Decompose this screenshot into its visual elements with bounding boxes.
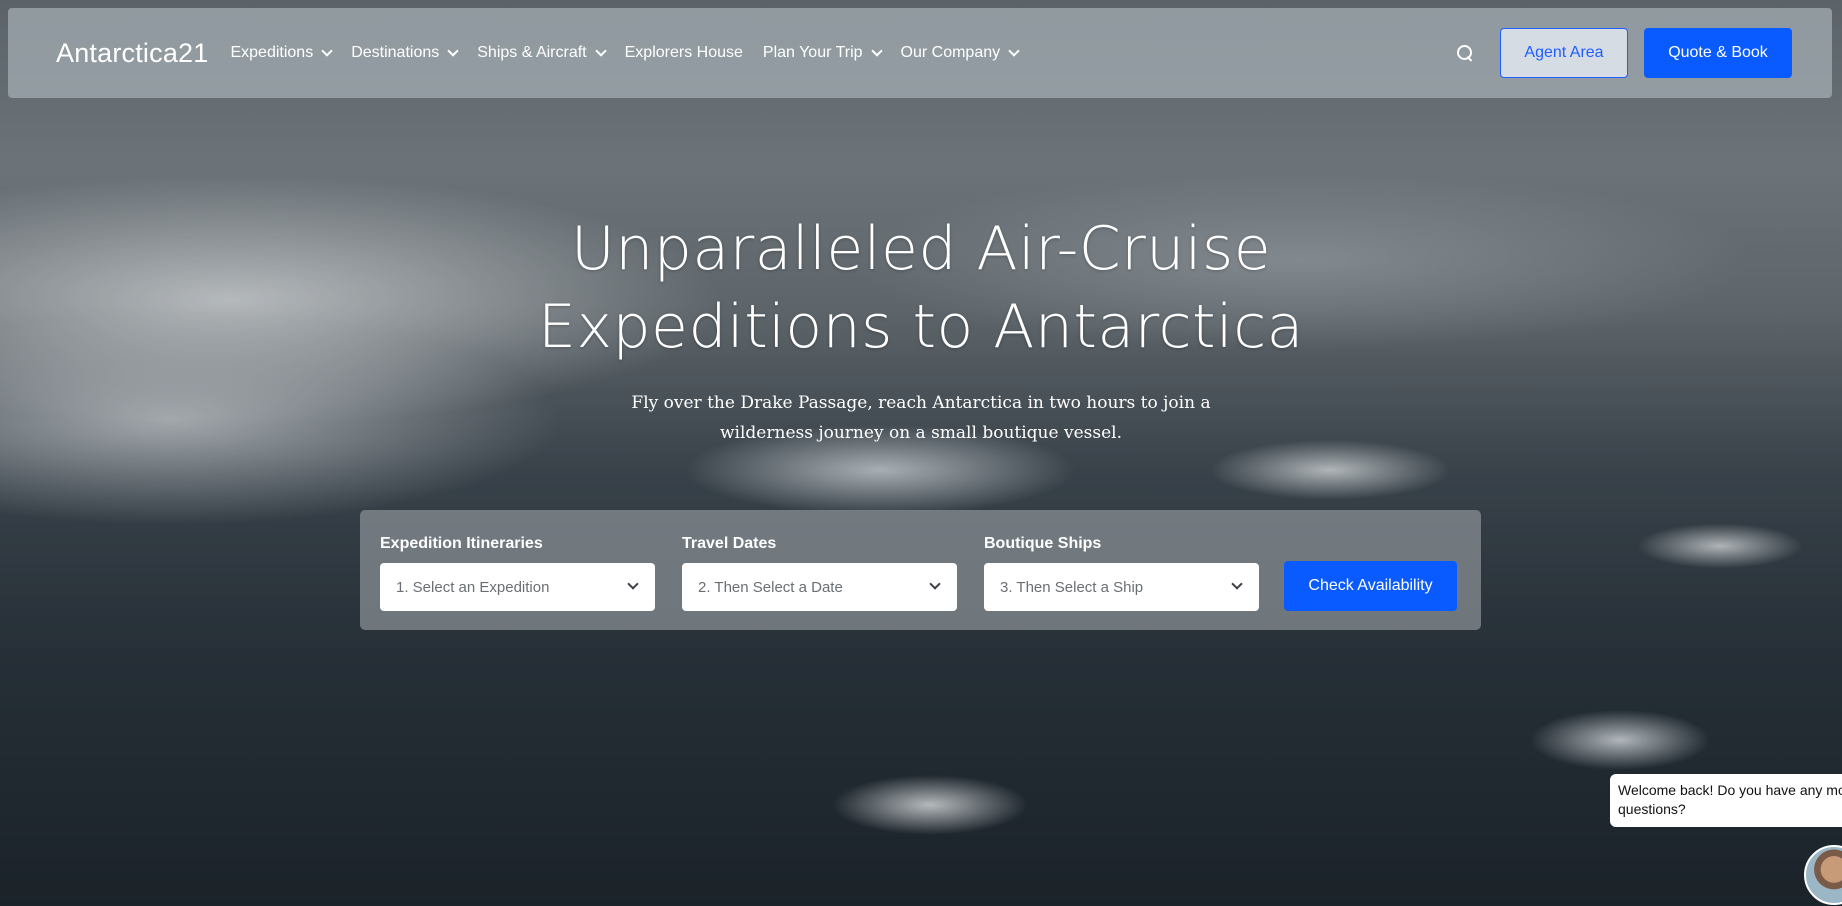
chevron-down-icon [929,578,941,590]
hero-subtitle: Fly over the Drake Passage, reach Antarc… [0,388,1842,448]
nav-item-label: Our Company [900,44,1001,61]
site-logo[interactable]: Antarctica21 [56,38,208,69]
nav-actions: Agent Area Quote & Book [1456,28,1792,78]
travel-dates-field-label: Travel Dates [682,535,777,552]
hero-subtitle-line1: Fly over the Drake Passage, reach Antarc… [631,393,1211,413]
travel-dates-field: Travel Dates 2. Then Select a Date [682,535,957,611]
hero-title-line1: Unparalleled Air-Cruise [570,214,1272,284]
expedition-select-value: 1. Select an Expedition [396,578,550,596]
booking-search-panel: Expedition Itineraries 1. Select an Expe… [360,510,1481,630]
hero-overlay [0,0,1842,906]
nav-item-expeditions[interactable]: Expeditions [230,44,333,62]
ships-field-label: Boutique Ships [984,535,1102,552]
chat-message-bubble[interactable]: Welcome back! Do you have any mo questio… [1610,774,1842,827]
ships-field: Boutique Ships 3. Then Select a Ship [984,535,1259,611]
chevron-down-icon [321,44,333,57]
hero-title: Unparalleled Air-Cruise Expeditions to A… [0,210,1842,366]
top-navbar: Antarctica21 Expeditions Destinations Sh… [8,8,1832,98]
main-nav: Expeditions Destinations Ships & Aircraf… [230,44,1038,62]
chevron-down-icon [1231,578,1243,590]
expedition-select[interactable]: 1. Select an Expedition [380,563,655,611]
ships-select[interactable]: 3. Then Select a Ship [984,563,1259,611]
chevron-down-icon [870,44,883,57]
nav-item-label: Plan Your Trip [762,44,863,61]
chevron-down-icon [1008,44,1020,57]
chevron-down-icon [447,44,459,57]
chat-message-line1: Welcome back! Do you have any mo [1618,782,1842,798]
chat-message-line2: questions? [1618,801,1686,817]
chevron-down-icon [594,44,607,57]
agent-area-button[interactable]: Agent Area [1500,28,1628,78]
hero-subtitle-line2: wilderness journey on a small boutique v… [720,423,1122,443]
nav-item-label: Explorers House [624,44,743,61]
nav-item-label: Destinations [351,44,440,61]
ships-select-value: 3. Then Select a Ship [1000,578,1144,596]
travel-dates-select-value: 2. Then Select a Date [698,578,843,596]
search-icon[interactable] [1456,44,1474,62]
travel-dates-select[interactable]: 2. Then Select a Date [682,563,957,611]
nav-item-label: Expeditions [230,44,314,61]
nav-item-explorers-house[interactable]: Explorers House [625,44,743,62]
hero-title-line2: Expeditions to Antarctica [538,292,1304,362]
expedition-field-label: Expedition Itineraries [380,535,543,552]
expedition-field: Expedition Itineraries 1. Select an Expe… [380,535,655,611]
check-availability-button[interactable]: Check Availability [1284,561,1457,611]
nav-item-label: Ships & Aircraft [477,44,587,61]
nav-item-destinations[interactable]: Destinations [351,44,459,62]
chevron-down-icon [627,578,639,590]
nav-item-our-company[interactable]: Our Company [900,44,1020,62]
quote-book-button[interactable]: Quote & Book [1644,28,1792,78]
nav-item-ships-aircraft[interactable]: Ships & Aircraft [477,44,607,62]
nav-item-plan-your-trip[interactable]: Plan Your Trip [762,44,883,62]
